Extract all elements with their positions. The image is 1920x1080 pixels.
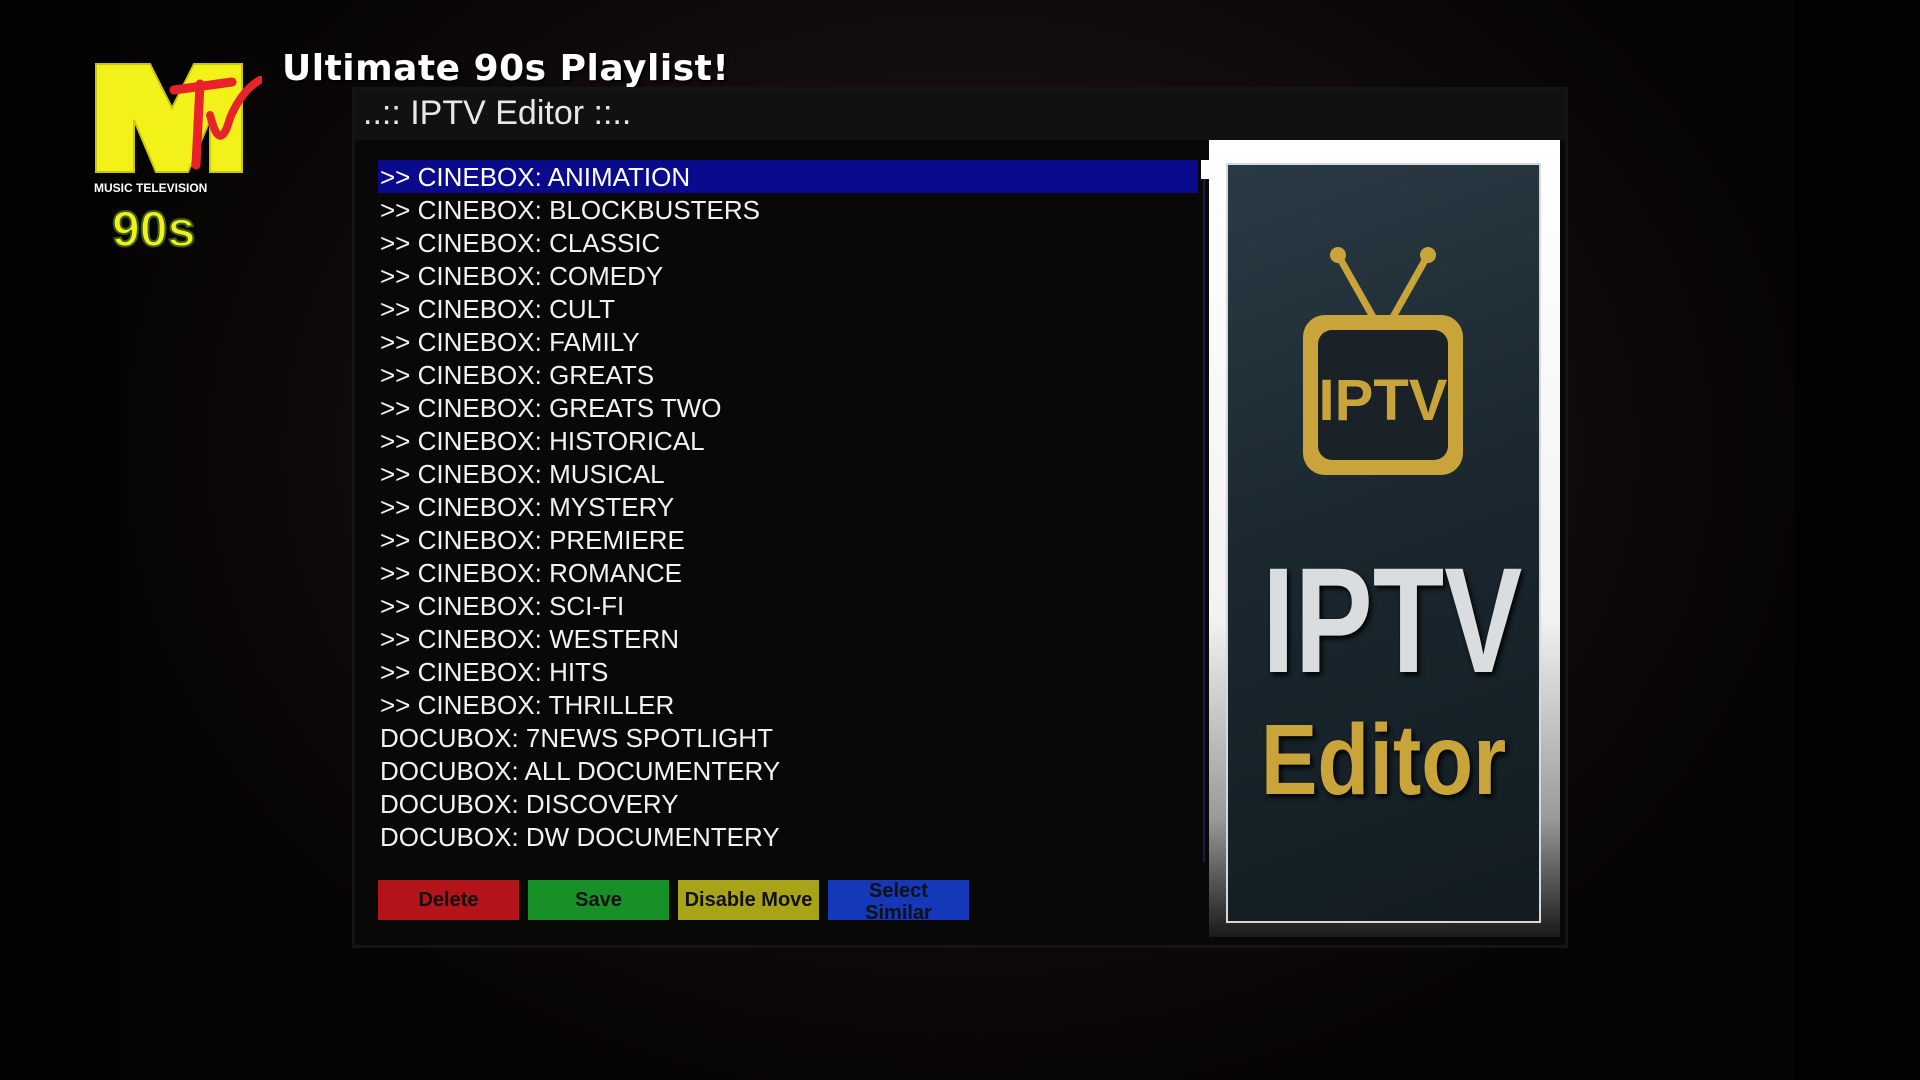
delete-button[interactable]: Delete (378, 880, 519, 920)
save-button[interactable]: Save (528, 880, 669, 920)
tv-icon-label: IPTV (1319, 368, 1448, 433)
poster-subtitle: Editor (1260, 704, 1507, 816)
list-item[interactable]: >> CINEBOX: SCI-FI (378, 589, 1198, 622)
tv-icon: IPTV (1303, 247, 1463, 475)
iptv-editor-dialog: ..:: IPTV Editor ::.. >> CINEBOX: ANIMAT… (355, 90, 1565, 945)
list-item[interactable]: >> CINEBOX: FAMILY (378, 325, 1198, 358)
list-item[interactable]: >> CINEBOX: GREATS TWO (378, 391, 1198, 424)
iptv-editor-poster: IPTV IPTV Editor (1226, 163, 1541, 923)
disable-move-button[interactable]: Disable Move (678, 880, 819, 920)
list-item[interactable]: >> CINEBOX: PREMIERE (378, 523, 1198, 556)
list-item[interactable]: >> CINEBOX: CLASSIC (378, 226, 1198, 259)
group-list[interactable]: >> CINEBOX: ANIMATION >> CINEBOX: BLOCKBU… (378, 160, 1198, 860)
background-edge-right (1795, 0, 1920, 1080)
list-item[interactable]: >> CINEBOX: ROMANCE (378, 556, 1198, 589)
list-item[interactable]: >> CINEBOX: BLOCKBUSTERS (378, 193, 1198, 226)
list-item[interactable]: >> CINEBOX: WESTERN (378, 622, 1198, 655)
list-item[interactable]: >> CINEBOX: HITS (378, 655, 1198, 688)
list-item[interactable]: >> CINEBOX: GREATS (378, 358, 1198, 391)
list-item[interactable]: >> CINEBOX: COMEDY (378, 259, 1198, 292)
select-similar-button[interactable]: Select Similar (828, 880, 969, 924)
list-item[interactable]: >> CINEBOX: HISTORICAL (378, 424, 1198, 457)
list-item[interactable]: >> CINEBOX: MUSICAL (378, 457, 1198, 490)
poster-frame: IPTV IPTV Editor (1209, 140, 1560, 937)
list-item[interactable]: >> CINEBOX: MYSTERY (378, 490, 1198, 523)
logo-subtitle: MUSIC TELEVISION (94, 181, 207, 195)
list-item[interactable]: DOCUBOX: ALL DOCUMENTERY (378, 754, 1198, 787)
list-item[interactable]: >> CINEBOX: ANIMATION (378, 160, 1198, 193)
list-item[interactable]: >> CINEBOX: THRILLER (378, 688, 1198, 721)
logo-decade: 90s (112, 201, 195, 257)
scrollbar-track[interactable] (1203, 160, 1205, 862)
list-item[interactable]: DOCUBOX: DISCOVERY (378, 787, 1198, 820)
list-item[interactable]: DOCUBOX: DW DOCUMENTERY (378, 820, 1198, 853)
app-title: Ultimate 90s Playlist! (282, 48, 730, 89)
dialog-title: ..:: IPTV Editor ::.. (363, 94, 632, 132)
list-item[interactable]: DOCUBOX: 7NEWS SPOTLIGHT (378, 721, 1198, 754)
mtv-90s-logo: MUSIC TELEVISION 90s (92, 60, 262, 260)
list-item[interactable]: >> CINEBOX: CULT (378, 292, 1198, 325)
dialog-header: ..:: IPTV Editor ::.. (355, 90, 1565, 140)
poster-title: IPTV (1262, 536, 1523, 704)
